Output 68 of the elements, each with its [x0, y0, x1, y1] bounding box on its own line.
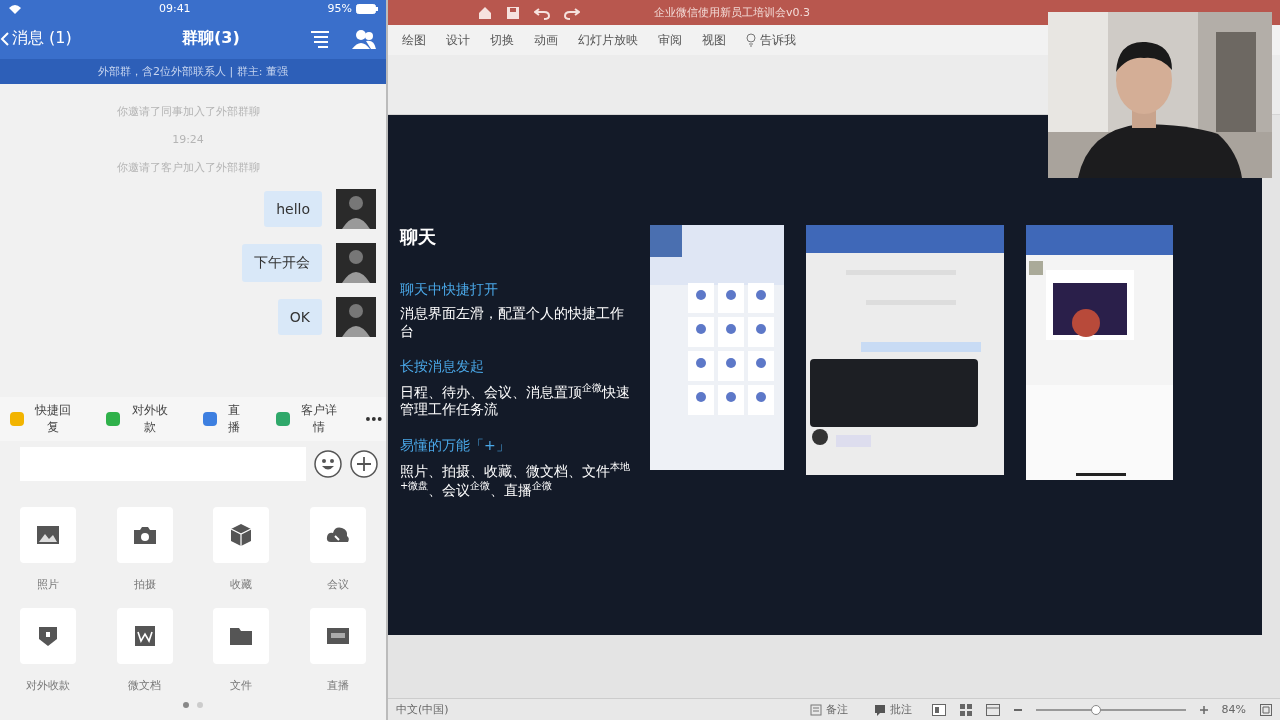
section-title: 易懂的万能「+」 — [400, 436, 511, 455]
home-icon[interactable] — [478, 5, 492, 20]
page-dot[interactable] — [183, 701, 189, 708]
timestamp: 19:24 — [172, 133, 204, 147]
grid-item[interactable]: 微文档 — [96, 606, 193, 694]
emoji-icon[interactable] — [314, 449, 342, 478]
quick-action[interactable]: 对外收款 — [100, 401, 179, 438]
section-body: 日程、待办、会议、消息置顶$^{企微}$快速管理工作任务流 — [400, 382, 630, 419]
grid-item[interactable]: 会议 — [289, 505, 386, 593]
section-title: 聊天中快捷打开 — [400, 281, 499, 299]
grid-item[interactable]: 对外收款 — [0, 606, 97, 694]
zoom-out-icon[interactable] — [1013, 708, 1022, 711]
comment-icon — [873, 703, 886, 716]
page-dot[interactable] — [197, 701, 203, 708]
reading-view-icon[interactable] — [985, 703, 1000, 716]
avatar — [336, 243, 376, 284]
normal-view-icon[interactable] — [931, 703, 946, 716]
wifi-icon — [8, 3, 22, 14]
avatar — [336, 297, 376, 338]
grid-item[interactable]: 直播 — [289, 606, 386, 694]
ribbon-tab[interactable]: 审阅 — [658, 31, 682, 49]
battery-icon — [356, 3, 378, 14]
slide-heading: 聊天 — [400, 225, 437, 249]
members-icon[interactable] — [352, 28, 376, 49]
chevron-left-icon — [0, 30, 10, 47]
ribbon-tab[interactable]: 绘图 — [402, 31, 426, 49]
chat-title: 群聊(3) — [181, 28, 241, 50]
ribbon-tab[interactable]: 动画 — [534, 31, 558, 49]
save-icon[interactable] — [506, 5, 520, 20]
lightbulb-icon — [746, 33, 756, 47]
grid-item[interactable]: 收藏 — [193, 505, 290, 593]
avatar — [336, 189, 376, 230]
comments-button[interactable]: 批注 — [867, 701, 918, 718]
grid-view-icon[interactable] — [959, 703, 972, 716]
message-bubble: OK — [277, 299, 322, 336]
message-bubble: 下午开会 — [242, 244, 322, 283]
ribbon-tab[interactable]: 切换 — [490, 31, 514, 49]
redo-icon[interactable] — [564, 5, 580, 20]
grid-item[interactable]: 照片 — [0, 505, 97, 593]
quick-action[interactable]: 直播 — [196, 401, 252, 438]
message-bubble: hello — [264, 191, 322, 228]
section-title: 长按消息发起 — [400, 358, 485, 376]
notes-button[interactable]: 备注 — [803, 701, 854, 718]
more-icon[interactable] — [366, 417, 382, 422]
section-body: 消息界面左滑，配置个人的快捷工作台 — [400, 305, 625, 340]
battery-percent: 95% — [327, 2, 352, 16]
window-title: 企业微信使用新员工培训会v0.3 — [654, 5, 810, 20]
ribbon-tab[interactable]: 视图 — [702, 31, 726, 49]
notes-icon — [809, 703, 822, 716]
fit-slide-icon[interactable] — [1260, 703, 1272, 716]
undo-icon[interactable] — [534, 5, 550, 20]
zoom-thumb[interactable] — [1090, 704, 1101, 715]
quick-action[interactable]: 客户详情 — [269, 401, 349, 438]
language-status: 中文(中国) — [396, 702, 449, 717]
back-button[interactable]: 消息 (1) — [0, 28, 72, 50]
zoom-in-icon[interactable] — [1199, 705, 1208, 714]
ribbon-tab[interactable]: 设计 — [446, 31, 470, 49]
section-body: 照片、拍摄、收藏、微文档、文件$^{本地}$$^{+微盘}$、会议$^{企微}$、直播$^{企微}$ — [400, 460, 630, 499]
status-time: 09:41 — [157, 2, 192, 16]
plus-icon[interactable] — [350, 449, 378, 478]
ribbon-tab[interactable]: 幻灯片放映 — [578, 31, 638, 49]
list-icon[interactable] — [310, 29, 330, 48]
quick-action[interactable]: 快捷回复 — [4, 401, 83, 438]
grid-item[interactable]: 文件 — [193, 606, 290, 694]
tell-me-button[interactable]: 告诉我 — [746, 31, 796, 49]
zoom-percent: 84% — [1221, 703, 1246, 716]
group-info-banner: 外部群，含2位外部联系人 | 群主: 董强 — [0, 59, 386, 85]
grid-item[interactable]: 拍摄 — [96, 505, 193, 593]
